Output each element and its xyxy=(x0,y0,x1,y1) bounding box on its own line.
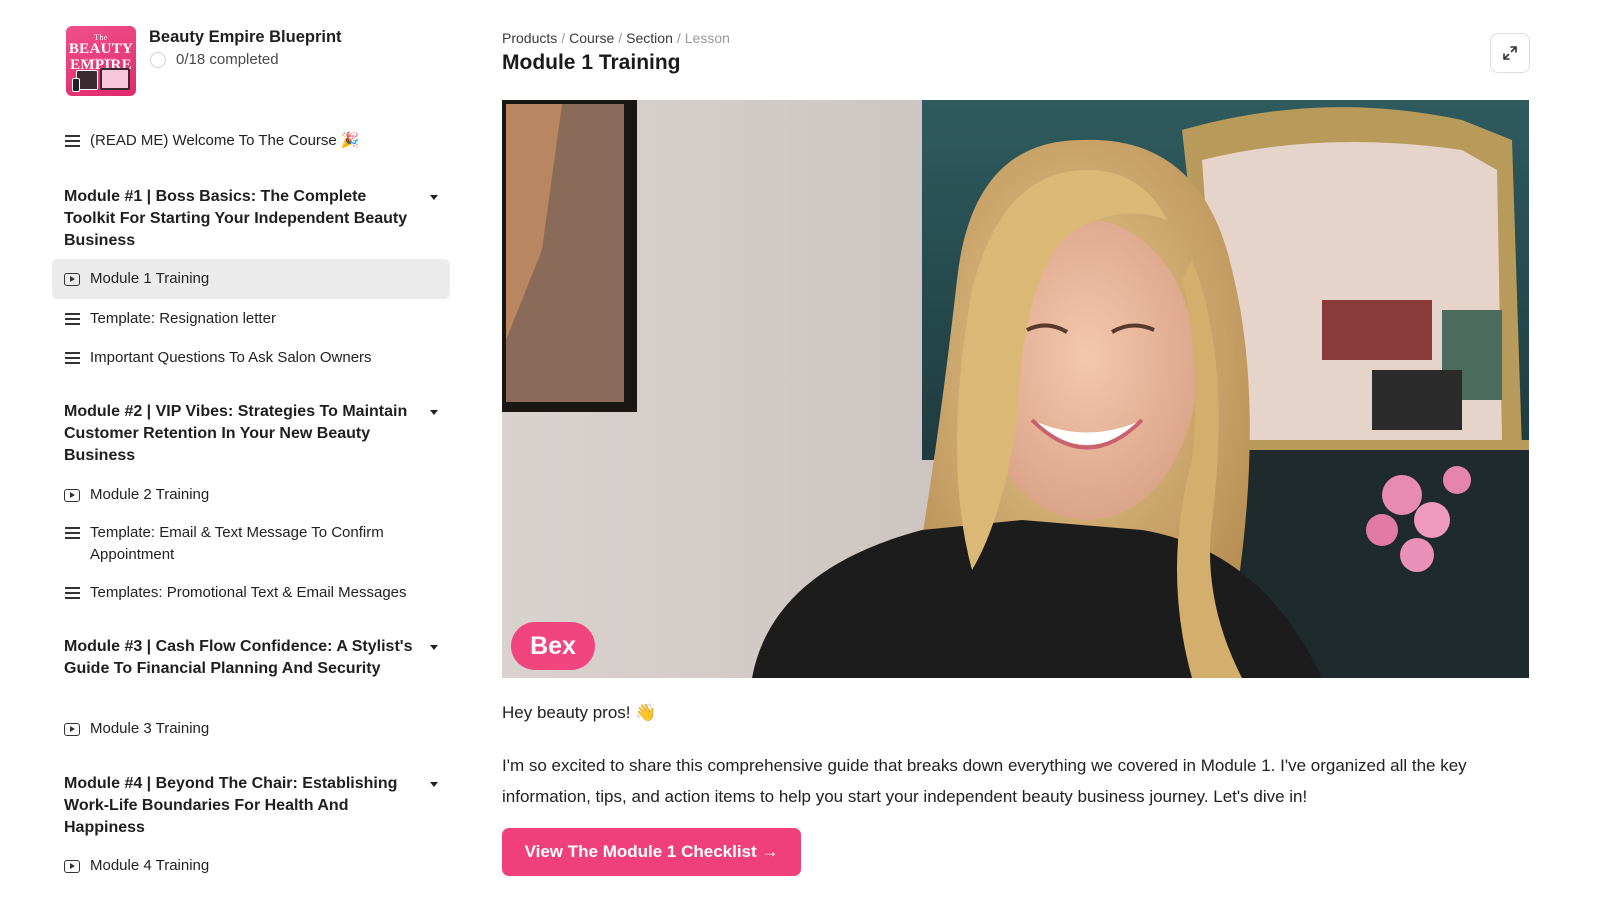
menu-lines-icon xyxy=(64,130,80,152)
caret-down-icon[interactable] xyxy=(430,782,438,787)
lesson-label: Important Questions To Ask Salon Owners xyxy=(90,349,372,366)
module-title: Module #2 | VIP Vibes: Strategies To Mai… xyxy=(64,403,408,464)
menu-lines-icon xyxy=(64,347,80,369)
expand-button[interactable] xyxy=(1490,33,1530,73)
lesson-item-welcome[interactable]: (READ ME) Welcome To The Course 🎉 xyxy=(64,130,444,152)
lesson-item-resignation-letter[interactable]: Template: Resignation letter xyxy=(64,308,444,330)
lesson-label: Module 1 Training xyxy=(90,270,210,287)
video-frame-image xyxy=(502,100,1529,678)
video-player[interactable]: Bex xyxy=(502,100,1529,678)
caret-down-icon[interactable] xyxy=(430,410,438,415)
speaker-name-tag: Bex xyxy=(511,622,595,670)
menu-lines-icon xyxy=(64,308,80,330)
video-icon xyxy=(64,718,80,740)
video-icon xyxy=(64,855,80,877)
breadcrumb-products[interactable]: Products xyxy=(502,30,557,46)
laptop-graphic xyxy=(100,68,130,90)
module-title: Module #3 | Cash Flow Confidence: A Styl… xyxy=(64,638,413,677)
course-title[interactable]: Beauty Empire Blueprint xyxy=(149,27,342,47)
view-checklist-button[interactable]: View The Module 1 Checklist → xyxy=(502,828,801,876)
phone-graphic xyxy=(72,78,80,92)
lesson-item-module-2-training[interactable]: Module 2 Training xyxy=(64,484,444,506)
video-icon xyxy=(64,484,80,506)
module-title: Module #4 | Beyond The Chair: Establishi… xyxy=(64,775,398,836)
menu-lines-icon xyxy=(64,582,80,604)
lesson-label: Templates: Promotional Text & Email Mess… xyxy=(90,584,407,601)
module-header-2[interactable]: Module #2 | VIP Vibes: Strategies To Mai… xyxy=(64,401,444,467)
breadcrumb-section[interactable]: Section xyxy=(626,30,673,46)
lesson-label: Module 3 Training xyxy=(90,720,210,737)
lesson-item-module-4-training[interactable]: Module 4 Training xyxy=(64,855,444,877)
menu-lines-icon xyxy=(64,522,80,544)
expand-icon xyxy=(1503,46,1517,60)
lesson-item-salon-questions[interactable]: Important Questions To Ask Salon Owners xyxy=(64,347,444,369)
breadcrumb-lesson: Lesson xyxy=(684,30,730,46)
logo-text-sub: BLUEPRINT xyxy=(85,57,117,62)
lesson-item-confirm-appointment[interactable]: Template: Email & Text Message To Confir… xyxy=(64,522,424,566)
course-header: The BEAUTY EMPIRE BLUEPRINT Beauty Empir… xyxy=(66,26,342,96)
lesson-label: Module 2 Training xyxy=(90,486,210,503)
course-thumbnail[interactable]: The BEAUTY EMPIRE BLUEPRINT xyxy=(66,26,136,96)
lesson-item-promotional-messages[interactable]: Templates: Promotional Text & Email Mess… xyxy=(64,582,444,604)
lesson-greeting: Hey beauty pros! 👋 xyxy=(502,703,657,722)
caret-down-icon[interactable] xyxy=(430,195,438,200)
caret-down-icon[interactable] xyxy=(430,645,438,650)
lesson-label: Template: Email & Text Message To Confir… xyxy=(90,524,384,563)
lesson-label: Module 4 Training xyxy=(90,857,210,874)
lesson-item-module-1-training[interactable]: Module 1 Training xyxy=(52,259,450,299)
lesson-label: Template: Resignation letter xyxy=(90,310,276,327)
lesson-item-module-3-training[interactable]: Module 3 Training xyxy=(64,718,444,740)
breadcrumb: Products / Course / Section / Lesson xyxy=(502,30,730,46)
progress-text: 0/18 completed xyxy=(176,51,279,68)
module-header-4[interactable]: Module #4 | Beyond The Chair: Establishi… xyxy=(64,773,444,839)
module-header-3[interactable]: Module #3 | Cash Flow Confidence: A Styl… xyxy=(64,636,444,680)
module-title: Module #1 | Boss Basics: The Complete To… xyxy=(64,188,408,249)
progress-ring-icon xyxy=(150,51,166,68)
course-sidebar: The BEAUTY EMPIRE BLUEPRINT Beauty Empir… xyxy=(52,0,452,900)
lesson-label: (READ ME) Welcome To The Course 🎉 xyxy=(90,132,360,149)
course-progress: 0/18 completed xyxy=(149,51,342,68)
video-icon xyxy=(64,268,80,290)
lesson-body-text: I'm so excited to share this comprehensi… xyxy=(502,756,1467,806)
breadcrumb-course[interactable]: Course xyxy=(569,30,614,46)
module-header-1[interactable]: Module #1 | Boss Basics: The Complete To… xyxy=(64,186,444,252)
page-title: Module 1 Training xyxy=(502,51,681,74)
